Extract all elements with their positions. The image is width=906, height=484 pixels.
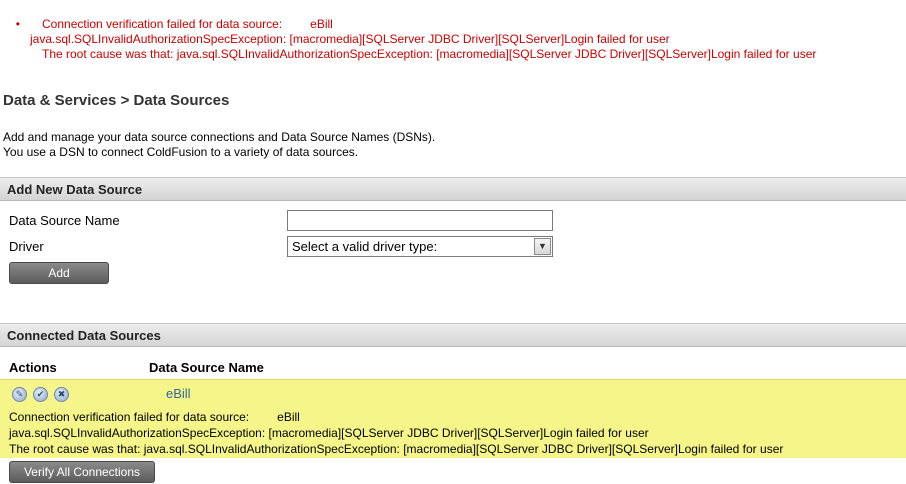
connected-section-header: Connected Data Sources <box>0 323 906 347</box>
error-line-2: java.sql.SQLInvalidAuthorizationSpecExce… <box>30 32 670 46</box>
driver-label: Driver <box>9 239 44 254</box>
error-line-1-text: Connection verification failed for data … <box>42 17 283 31</box>
error-line-1-dsn: eBill <box>310 17 333 31</box>
page-title: Data & Services > Data Sources <box>3 92 230 109</box>
row-error-line-1-text: Connection verification failed for data … <box>9 410 250 424</box>
row-error-message: Connection verification failed for data … <box>0 409 906 458</box>
driver-select[interactable]: Select a valid driver type: ▼ <box>287 236 553 257</box>
error-message-block: • Connection verification failed for dat… <box>16 17 817 62</box>
table-row <box>0 379 906 409</box>
driver-select-value: Select a valid driver type: <box>292 239 438 254</box>
data-source-name-label: Data Source Name <box>9 213 120 228</box>
column-header-actions: Actions <box>9 360 57 375</box>
row-error-line-3: The root cause was that: java.sql.SQLInv… <box>9 442 784 456</box>
row-error-line-1: Connection verification failed for data … <box>9 409 897 425</box>
row-error-line-2: java.sql.SQLInvalidAuthorizationSpecExce… <box>9 426 649 440</box>
error-line-1: Connection verification failed for data … <box>30 17 816 32</box>
error-bullet: • <box>15 17 20 31</box>
data-source-name-input[interactable] <box>287 210 553 231</box>
chevron-down-icon[interactable]: ▼ <box>534 238 551 255</box>
data-source-link-ebill[interactable]: eBill <box>166 386 191 401</box>
intro-text: Add and manage your data source connecti… <box>3 130 435 160</box>
intro-line-1: Add and manage your data source connecti… <box>3 130 436 144</box>
verify-all-connections-button[interactable]: Verify All Connections <box>9 461 155 483</box>
column-header-data-source-name: Data Source Name <box>149 360 264 375</box>
row-error-line-1-dsn: eBill <box>277 410 300 424</box>
error-line-3: The root cause was that: java.sql.SQLInv… <box>42 47 817 61</box>
add-button[interactable]: Add <box>9 262 109 284</box>
check-icon[interactable]: ✔ <box>33 387 48 402</box>
pencil-icon[interactable]: ✎ <box>12 387 27 402</box>
add-section-header: Add New Data Source <box>0 177 906 201</box>
x-icon[interactable]: ✖ <box>54 387 69 402</box>
intro-line-2: You use a DSN to connect ColdFusion to a… <box>3 145 359 159</box>
